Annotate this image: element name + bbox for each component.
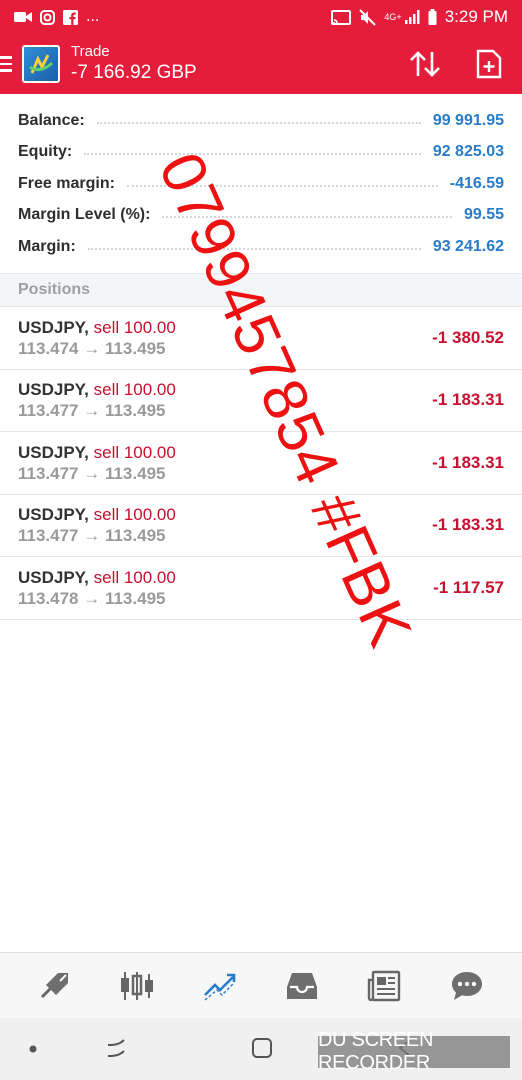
app-actions	[408, 49, 522, 79]
summary-row-margin: Margin: 93 241.62	[0, 231, 522, 263]
dotted-leader	[126, 184, 438, 187]
nav-history[interactable]	[280, 964, 324, 1008]
network-label: 4G+	[384, 12, 402, 22]
position-row[interactable]: USDJPY, sell 100.00 113.474 → 113.495 -1…	[0, 307, 522, 370]
metatrader-logo	[22, 45, 60, 83]
summary-label: Balance:	[18, 111, 85, 129]
bottom-nav	[0, 952, 522, 1018]
home-icon[interactable]	[250, 1036, 274, 1060]
position-details: USDJPY, sell 100.00 113.478 → 113.495	[18, 567, 176, 609]
position-title: USDJPY, sell 100.00	[18, 504, 176, 525]
summary-value: 93 241.62	[432, 237, 504, 255]
chart-icon	[121, 971, 154, 1000]
summary-row-equity: Equity: 92 825.03	[0, 137, 522, 169]
position-side: sell 100.00	[93, 317, 176, 337]
summary-label: Margin Level (%):	[18, 206, 151, 224]
summary-row-balance: Balance: 99 991.95	[0, 105, 522, 137]
dotted-leader	[84, 153, 421, 156]
dotted-leader	[87, 247, 421, 250]
signal-icon	[404, 10, 420, 24]
position-profit: -1 183.31	[432, 452, 504, 472]
position-title: USDJPY, sell 100.00	[18, 567, 176, 588]
position-title: USDJPY, sell 100.00	[18, 379, 176, 400]
position-row[interactable]: USDJPY, sell 100.00 113.477 → 113.495 -1…	[0, 432, 522, 495]
cast-icon	[331, 9, 352, 25]
position-symbol: USDJPY,	[18, 567, 89, 587]
status-right: 4G+ 3:29 PM	[331, 7, 508, 27]
position-profit: -1 117.57	[433, 577, 504, 597]
position-profit: -1 183.31	[432, 515, 504, 535]
position-side: sell 100.00	[93, 567, 176, 587]
quotes-icon	[41, 972, 69, 998]
dotted-leader	[96, 121, 421, 124]
position-profit: -1 380.52	[432, 327, 504, 347]
status-bar: ... 4G+ 3:29 PM	[0, 0, 522, 34]
history-icon	[287, 972, 318, 999]
positions-list: USDJPY, sell 100.00 113.474 → 113.495 -1…	[0, 307, 522, 620]
position-profit: -1 183.31	[432, 390, 504, 410]
screen-recorder-label: DU SCREEN RECORDER	[318, 1029, 510, 1074]
app-titles: Trade -7 166.92 GBP	[71, 43, 197, 85]
summary-value: 99 991.95	[432, 111, 504, 129]
dot-icon[interactable]	[28, 1044, 38, 1054]
position-row[interactable]: USDJPY, sell 100.00 113.478 → 113.495 -1…	[0, 557, 522, 620]
sort-icon[interactable]	[408, 49, 442, 79]
nav-messages[interactable]	[445, 964, 489, 1008]
notifications-more: ...	[86, 8, 100, 25]
instagram-icon	[40, 9, 55, 25]
position-side: sell 100.00	[93, 380, 176, 400]
news-icon	[368, 970, 401, 1001]
summary-label: Margin:	[18, 237, 76, 255]
summary-label: Equity:	[18, 143, 73, 161]
position-details: USDJPY, sell 100.00 113.477 → 113.495	[18, 379, 176, 421]
app-bar: Trade -7 166.92 GBP	[0, 34, 522, 94]
battery-icon	[428, 9, 437, 25]
position-side: sell 100.00	[93, 505, 176, 525]
position-details: USDJPY, sell 100.00 113.477 → 113.495	[18, 504, 176, 546]
floating-profit: -7 166.92 GBP	[71, 62, 197, 83]
account-summary: Balance: 99 991.95 Equity: 92 825.03 Fre…	[0, 105, 522, 263]
summary-value: 99.55	[463, 206, 504, 224]
mute-icon	[359, 8, 377, 26]
position-prices: 113.477 → 113.495	[18, 526, 166, 546]
position-prices: 113.477 → 113.495	[18, 463, 166, 483]
position-title: USDJPY, sell 100.00	[18, 442, 176, 463]
dotted-leader	[162, 216, 452, 219]
summary-row-margin-level: Margin Level (%): 99.55	[0, 200, 522, 232]
facebook-icon	[63, 9, 78, 25]
position-symbol: USDJPY,	[18, 380, 89, 400]
status-left: ...	[14, 8, 99, 26]
positions-header: Positions	[0, 273, 522, 307]
status-time: 3:29 PM	[444, 7, 508, 26]
position-details: USDJPY, sell 100.00 113.477 → 113.495	[18, 442, 176, 484]
recent-apps-icon[interactable]	[104, 1036, 128, 1060]
nav-news[interactable]	[362, 964, 406, 1008]
summary-label: Free margin:	[18, 174, 115, 192]
position-side: sell 100.00	[93, 442, 176, 462]
new-order-icon[interactable]	[476, 49, 502, 79]
position-symbol: USDJPY,	[18, 505, 89, 525]
position-prices: 113.477 → 113.495	[18, 401, 166, 421]
menu-icon[interactable]	[0, 34, 14, 94]
position-row[interactable]: USDJPY, sell 100.00 113.477 → 113.495 -1…	[0, 370, 522, 432]
position-prices: 113.478 → 113.495	[18, 588, 166, 608]
summary-value: -416.59	[449, 174, 504, 192]
nav-trade[interactable]	[198, 964, 242, 1008]
messages-icon	[451, 971, 482, 1000]
nav-quotes[interactable]	[33, 964, 77, 1008]
summary-value: 92 825.03	[432, 143, 504, 161]
metatrader-logo-mark	[29, 54, 54, 74]
position-title: USDJPY, sell 100.00	[18, 317, 176, 338]
trade-icon	[203, 973, 236, 1001]
page-title: Trade	[71, 43, 110, 60]
nav-chart[interactable]	[115, 964, 159, 1008]
position-symbol: USDJPY,	[18, 442, 89, 462]
position-details: USDJPY, sell 100.00 113.474 → 113.495	[18, 317, 176, 359]
video-camera-icon	[14, 12, 32, 22]
positions-title: Positions	[18, 281, 91, 298]
position-prices: 113.474 → 113.495	[18, 338, 166, 358]
summary-row-free-margin: Free margin: -416.59	[0, 168, 522, 200]
position-symbol: USDJPY,	[18, 317, 89, 337]
position-row[interactable]: USDJPY, sell 100.00 113.477 → 113.495 -1…	[0, 495, 522, 557]
